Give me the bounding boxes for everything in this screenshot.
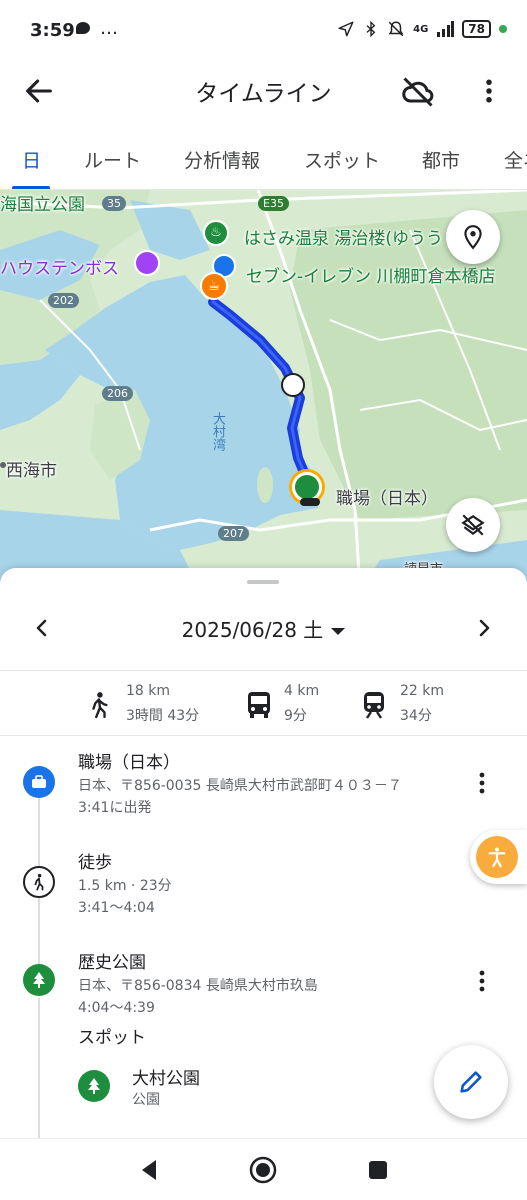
walk-time: 3:41〜4:04: [78, 900, 155, 916]
tab-day[interactable]: 日: [22, 146, 41, 173]
map-label-workplace: 職場（日本）: [336, 489, 438, 509]
more-vert-icon[interactable]: [472, 966, 492, 996]
tab-places[interactable]: スポット: [304, 146, 380, 173]
cloud-off-icon[interactable]: [400, 74, 436, 110]
nav-back-icon[interactable]: [138, 1158, 160, 1182]
location-arrow-icon: [338, 21, 354, 37]
walk-distance: 18 km: [126, 683, 171, 699]
date-selector[interactable]: 2025/06/28 土: [0, 614, 527, 643]
tab-routes[interactable]: ルート: [84, 146, 141, 173]
locate-button[interactable]: [446, 210, 500, 264]
map-label-saikai: 西海市: [6, 461, 57, 481]
bus-distance: 4 km: [284, 683, 320, 699]
walk-circle-icon: [23, 866, 55, 898]
visit-address: 日本、〒856-0035 長崎県大村市武部町４０３－７: [78, 778, 402, 794]
bus-duration: 9分: [284, 708, 307, 724]
walk-title: 徒歩: [78, 853, 112, 873]
more-vert-icon[interactable]: [472, 768, 492, 798]
location-pin-icon: [464, 225, 482, 250]
signal-icon: [437, 21, 455, 37]
onsen-marker-icon[interactable]: ♨: [203, 220, 229, 246]
bus-icon: [248, 692, 270, 718]
tab-bar: 日 ルート 分析情報 スポット 都市 全ネ: [0, 122, 527, 190]
saikai-dot-icon: [0, 462, 6, 468]
visit-time: 3:41に出発: [78, 800, 152, 816]
battery-indicator: 78: [462, 20, 491, 38]
route-shield-206: 206: [102, 386, 133, 401]
date-label: 2025/06/28 土: [181, 618, 324, 642]
visit-title: 職場（日本）: [78, 753, 180, 773]
status-icons: 4G 78: [337, 20, 507, 38]
mute-icon: [388, 21, 404, 37]
visit-address: 日本、〒856-0834 長崎県大村市玖島: [78, 978, 318, 994]
timeline-connector: [38, 898, 40, 968]
visit-time: 4:04〜4:39: [78, 1000, 155, 1016]
status-time: 3:59: [30, 20, 75, 41]
more-vert-icon[interactable]: [474, 74, 504, 108]
timeline-connector: [38, 796, 40, 866]
tab-insights[interactable]: 分析情報: [184, 146, 260, 173]
message-icon: [76, 22, 90, 34]
map-label-omura-bay: 大村湾: [210, 412, 225, 451]
spots-header: スポット: [78, 1028, 146, 1048]
train-stop-marker-icon[interactable]: [281, 373, 305, 397]
nav-home-icon[interactable]: [249, 1156, 277, 1184]
map-label-national-park: 海国立公園: [0, 195, 85, 215]
route-end-dot-icon: [300, 498, 320, 506]
day-summary: 18 km 3時間 43分 4 km 9分 22 km 34分: [0, 670, 527, 736]
briefcase-icon: [23, 766, 55, 798]
route-shield-202: 202: [48, 293, 79, 308]
layers-off-button[interactable]: [446, 498, 500, 552]
walk-icon: [92, 692, 108, 719]
train-icon: [364, 692, 384, 719]
status-bar: 3:59 … 4G 78: [0, 0, 527, 62]
edit-button[interactable]: [434, 1045, 508, 1119]
map-view[interactable]: E35 35 202 206 207 海国立公園 ハウステンボス はさみ温泉 湯…: [0, 190, 527, 590]
pencil-icon: [460, 1071, 482, 1093]
spot-category: 公園: [132, 1092, 160, 1108]
train-distance: 22 km: [400, 683, 445, 699]
tab-cities[interactable]: 都市: [422, 146, 460, 173]
train-duration: 34分: [400, 708, 432, 724]
accessibility-button[interactable]: [470, 830, 527, 884]
date-navigator: 2025/06/28 土: [0, 598, 527, 658]
walk-detail: 1.5 km · 23分: [78, 878, 172, 894]
map-label-seven-eleven: セブン-イレブン 川棚町倉本橋店: [246, 267, 496, 287]
park-spot-icon: [78, 1070, 110, 1102]
route-shield-e35: E35: [258, 196, 289, 211]
tree-icon: [23, 964, 55, 996]
dropdown-caret-icon: [331, 628, 346, 635]
system-nav-bar: [0, 1138, 527, 1200]
map-label-huis-ten-bosch: ハウステンボス: [0, 259, 119, 279]
bluetooth-icon: [366, 20, 376, 38]
map-label-hasami-onsen: はさみ温泉 湯治楼(ゆうう: [244, 229, 444, 249]
page-title: タイムライン: [195, 81, 332, 107]
network-label: 4G: [413, 23, 429, 35]
cafe-marker-icon[interactable]: ☕: [200, 272, 228, 300]
layers-off-icon: [461, 514, 485, 536]
tab-world[interactable]: 全ネ: [504, 146, 527, 173]
accessibility-icon: [488, 847, 506, 868]
theme-park-marker-icon[interactable]: [134, 250, 160, 276]
visit-title: 歴史公園: [78, 953, 146, 973]
walk-duration: 3時間 43分: [126, 708, 200, 724]
app-bar: タイムライン: [0, 62, 527, 122]
chevron-right-icon[interactable]: [472, 616, 496, 640]
privacy-dot: [499, 25, 507, 33]
route-shield-207: 207: [218, 526, 249, 541]
drag-handle[interactable]: [247, 580, 279, 584]
more-notifications: …: [100, 18, 119, 39]
route-shield-35: 35: [102, 196, 126, 211]
spot-name: 大村公園: [132, 1069, 200, 1089]
nav-recents-icon[interactable]: [368, 1160, 388, 1180]
